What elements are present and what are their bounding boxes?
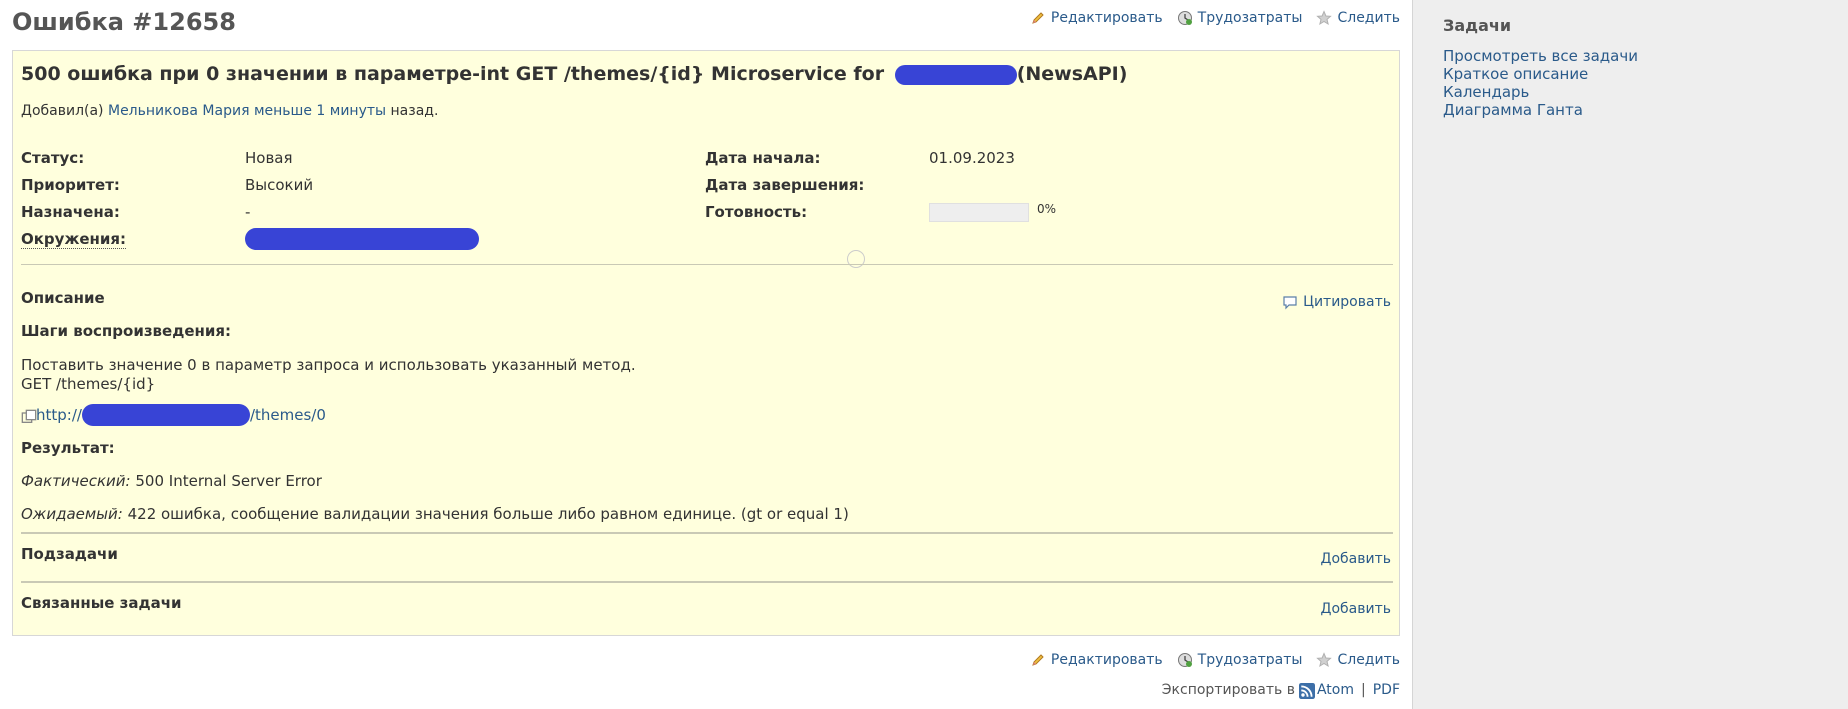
edit-label: Редактировать — [1050, 10, 1163, 26]
export-label: Экспортировать в — [1161, 682, 1295, 698]
author-suffix: назад. — [390, 103, 439, 119]
watch-button[interactable]: Следить — [1316, 652, 1400, 668]
attr-status: Статус: Новая — [21, 149, 701, 173]
url-line: http:// /themes/0 — [21, 404, 326, 426]
sidebar-title: Задачи — [1443, 16, 1512, 35]
comment-icon — [1282, 294, 1298, 310]
time-entry-button[interactable]: Трудозатраты — [1177, 652, 1303, 668]
quote-button[interactable]: Цитировать — [1282, 294, 1391, 310]
done-ratio-label: Готовность: — [705, 203, 808, 221]
quote-label: Цитировать — [1303, 294, 1391, 310]
assigned-value: - — [245, 203, 251, 221]
attr-done-ratio: Готовность: 0% — [705, 202, 1393, 227]
description-title: Описание — [21, 289, 105, 307]
result-title: Результат: — [21, 439, 115, 457]
url-prefix: http:// — [36, 406, 82, 424]
clock-icon — [1177, 652, 1193, 668]
priority-value: Высокий — [245, 176, 314, 194]
time-entry-button[interactable]: Трудозатраты — [1177, 10, 1303, 26]
external-link-icon — [21, 409, 37, 423]
divider — [21, 581, 1393, 583]
divider — [21, 264, 1393, 265]
time-link[interactable]: меньше 1 минуты — [254, 103, 386, 119]
main-content: Ошибка #12658 Редактировать Трудозатраты… — [0, 0, 1412, 709]
sidebar-link-calendar[interactable]: Календарь — [1443, 83, 1848, 101]
actual-line: Фактический: 500 Internal Server Error — [21, 472, 322, 490]
attr-priority: Приоритет: Высокий — [21, 176, 701, 200]
expected-label: Ожидаемый: — [21, 505, 123, 523]
pencil-icon — [1030, 652, 1046, 668]
steps-title: Шаги воспроизведения: — [21, 322, 231, 340]
priority-label: Приоритет: — [21, 176, 120, 194]
redacted-block — [81, 404, 250, 426]
atom-link[interactable]: Atom — [1317, 682, 1354, 698]
attr-start-date: Дата начала: 01.09.2023 — [705, 149, 1393, 173]
export-bar: Экспортировать в Atom | PDF — [1161, 682, 1400, 699]
clock-icon — [1177, 10, 1193, 26]
attr-assigned: Назначена: - — [21, 203, 701, 227]
watch-button[interactable]: Следить — [1316, 10, 1400, 26]
sidebar-link-summary[interactable]: Краткое описание — [1443, 65, 1848, 83]
sidebar-link-all-issues[interactable]: Просмотреть все задачи — [1443, 47, 1848, 65]
add-relation-button[interactable]: Добавить — [1321, 601, 1391, 617]
subject-suffix: (NewsAPI) — [1016, 63, 1128, 85]
author-link[interactable]: Мельникова Мария — [108, 103, 250, 119]
watch-label: Следить — [1337, 652, 1400, 668]
edit-button[interactable]: Редактировать — [1030, 652, 1163, 668]
star-icon — [1316, 10, 1333, 26]
bottom-actions: Редактировать Трудозатраты Следить — [1030, 652, 1400, 668]
issue-box: 500 ошибка при 0 значении в параметре-in… — [12, 50, 1400, 636]
attr-due-date: Дата завершения: — [705, 176, 1393, 200]
actual-label: Фактический: — [21, 472, 131, 490]
sidebar: Задачи Просмотреть все задачи Краткое оп… — [1412, 0, 1848, 709]
steps-line-1: Поставить значение 0 в параметр запроса … — [21, 356, 636, 374]
assigned-label: Назначена: — [21, 203, 120, 221]
pdf-link[interactable]: PDF — [1373, 682, 1400, 698]
page-title: Ошибка #12658 — [12, 8, 236, 36]
url-link[interactable]: http:// /themes/0 — [36, 404, 326, 426]
author-line: Добавил(а) Мельникова Мария меньше 1 мин… — [21, 103, 438, 119]
expected-value: 422 ошибка, сообщение валидации значения… — [127, 505, 849, 523]
status-label: Статус: — [21, 149, 85, 167]
pencil-icon — [1030, 10, 1046, 26]
start-date-label: Дата начала: — [705, 149, 821, 167]
watch-label: Следить — [1337, 10, 1400, 26]
attr-environments: Окружения: — [21, 228, 701, 254]
add-subtask-button[interactable]: Добавить — [1321, 551, 1391, 567]
subject-text: 500 ошибка при 0 значении в параметре-in… — [21, 63, 885, 85]
steps-line-2: GET /themes/{id} — [21, 375, 156, 393]
due-date-label: Дата завершения: — [705, 176, 865, 194]
star-icon — [1316, 652, 1333, 668]
subtasks-title: Подзадачи — [21, 545, 118, 563]
expected-line: Ожидаемый: 422 ошибка, сообщение валидац… — [21, 505, 849, 523]
time-entry-label: Трудозатраты — [1197, 652, 1303, 668]
env-label: Окружения: — [21, 230, 127, 249]
url-suffix: /themes/0 — [249, 406, 326, 424]
top-actions: Редактировать Трудозатраты Следить — [1030, 10, 1400, 26]
feed-icon — [1298, 683, 1315, 699]
export-separator: | — [1361, 682, 1366, 698]
author-prefix: Добавил(а) — [21, 103, 104, 119]
redacted-block — [894, 64, 1017, 85]
sidebar-link-gantt[interactable]: Диаграмма Ганта — [1443, 101, 1848, 119]
divider — [21, 532, 1393, 534]
edit-label: Редактировать — [1050, 652, 1163, 668]
start-date-value: 01.09.2023 — [929, 149, 1015, 167]
issue-subject: 500 ошибка при 0 значении в параметре-in… — [21, 63, 1127, 85]
edit-button[interactable]: Редактировать — [1030, 10, 1163, 26]
progress-text: 0% — [1037, 202, 1057, 216]
related-tasks-title: Связанные задачи — [21, 594, 182, 612]
redacted-block — [245, 228, 479, 250]
actual-value: 500 Internal Server Error — [135, 472, 322, 490]
time-entry-label: Трудозатраты — [1197, 10, 1303, 26]
loading-indicator — [847, 250, 865, 268]
progress-bar — [929, 203, 1029, 222]
status-value: Новая — [245, 149, 293, 167]
